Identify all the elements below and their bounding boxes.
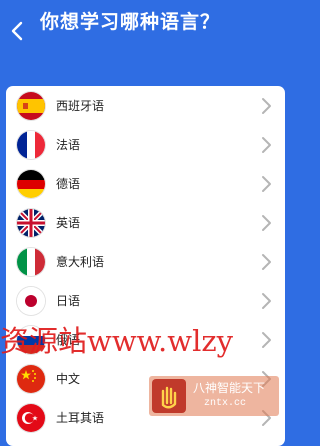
chevron-right-icon: [260, 214, 272, 232]
watermark-stamp: 八神智能天下 zntx.cc: [149, 376, 279, 416]
chevron-right-icon: [260, 175, 272, 193]
italy-flag-icon: [17, 247, 45, 276]
chevron-right-icon: [260, 136, 272, 154]
japan-flag-icon: [17, 286, 45, 315]
language-item-spanish[interactable]: 西班牙语: [6, 86, 285, 125]
chevron-left-icon: [11, 21, 23, 41]
language-label: 英语: [56, 216, 81, 230]
language-label: 西班牙语: [56, 99, 105, 113]
uk-flag-icon: [17, 208, 45, 237]
language-item-german[interactable]: 德语: [6, 164, 285, 203]
chevron-right-icon: [260, 292, 272, 310]
china-flag-icon: [17, 364, 45, 393]
stamp-url: zntx.cc: [204, 398, 247, 409]
chevron-right-icon: [260, 253, 272, 271]
header: 你想学习哪种语言？: [0, 0, 292, 90]
france-flag-icon: [17, 130, 45, 159]
language-label: 德语: [56, 177, 81, 191]
turkey-flag-icon: [17, 403, 45, 432]
language-item-english[interactable]: 英语: [6, 203, 285, 242]
language-item-japanese[interactable]: 日语: [6, 281, 285, 320]
spain-flag-icon: [17, 91, 45, 120]
chevron-right-icon: [260, 97, 272, 115]
language-label: 中文: [56, 372, 81, 386]
language-label: 日语: [56, 294, 81, 308]
language-label: 意大利语: [56, 255, 105, 269]
language-label: 土耳其语: [56, 411, 105, 425]
page-title: 你想学习哪种语言？: [40, 11, 221, 33]
germany-flag-icon: [17, 169, 45, 198]
hand-logo-icon: [152, 379, 186, 413]
language-item-italian[interactable]: 意大利语: [6, 242, 285, 281]
stamp-name: 八神智能天下: [193, 381, 266, 395]
language-label: 法语: [56, 138, 81, 152]
watermark-text: 资源站www.wlzy: [0, 324, 234, 358]
back-button[interactable]: [6, 18, 28, 44]
language-item-french[interactable]: 法语: [6, 125, 285, 164]
